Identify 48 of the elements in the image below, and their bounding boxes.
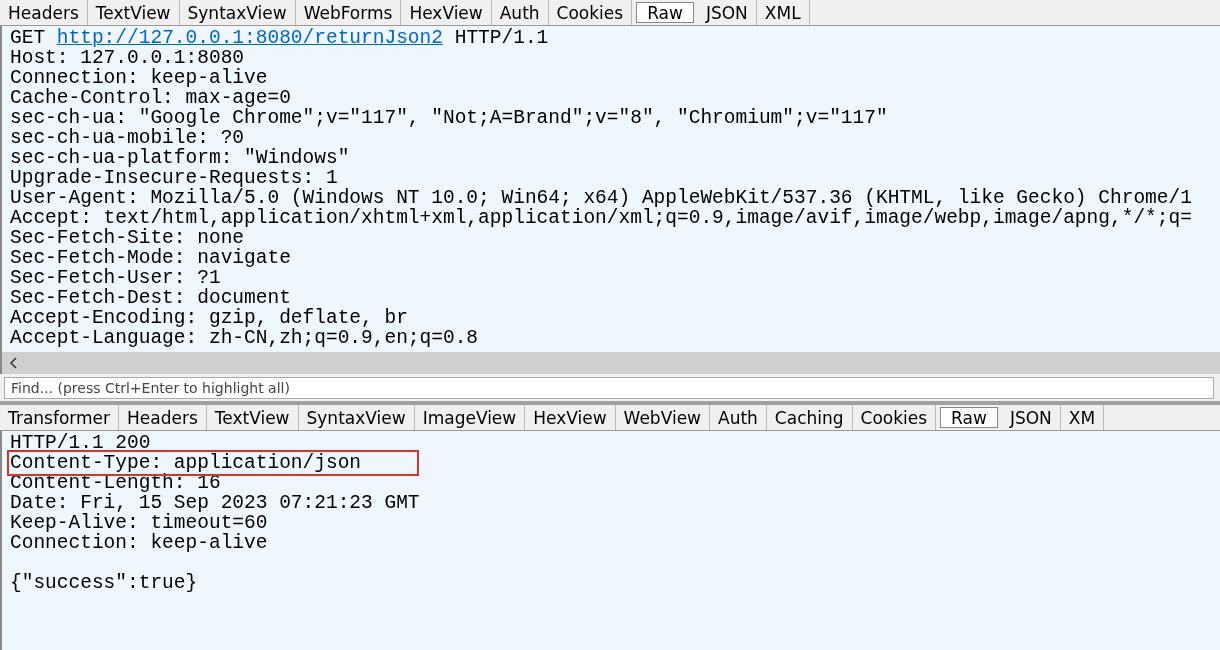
tab[interactable]: JSON: [697, 0, 757, 25]
tab[interactable]: Raw: [636, 2, 694, 23]
highlighted-header-line: Content-Type: application/json: [10, 453, 416, 473]
header-line: Accept: text/html,application/xhtml+xml,application/xml;q=0.9,image/avif,image/webp,image/apng,*/*;q=: [10, 208, 1192, 228]
header-line: Accept-Language: zh-CN,zh;q=0.9,en;q=0.8: [10, 328, 479, 348]
tab[interactable]: XM: [1060, 405, 1105, 430]
tab[interactable]: Cookies: [852, 405, 937, 430]
header-line: Accept-Encoding: gzip, deflate, br: [10, 308, 408, 328]
tab[interactable]: XML: [756, 0, 810, 25]
header-line: Sec-Fetch-User: ?1: [10, 268, 221, 288]
tab[interactable]: WebForms: [295, 0, 402, 25]
tab[interactable]: TextView: [206, 405, 299, 430]
find-field[interactable]: Find... (press Ctrl+Enter to highlight all): [4, 377, 1214, 399]
url-link[interactable]: http://127.0.0.1:8080/returnJson2: [56, 27, 443, 49]
tab[interactable]: WebView: [615, 405, 710, 430]
header-line: Sec-Fetch-Mode: navigate: [10, 248, 291, 268]
tab[interactable]: SyntaxView: [179, 0, 296, 25]
header-line: Sec-Fetch-Site: none: [10, 228, 245, 248]
request-line: GET http://127.0.0.1:8080/returnJson2 HTTP/1.1: [10, 28, 549, 48]
tab[interactable]: Raw: [940, 407, 998, 428]
response-body: {"success":true}: [10, 573, 198, 593]
tab[interactable]: Auth: [710, 405, 767, 430]
tab[interactable]: TextView: [87, 0, 180, 25]
tab[interactable]: Headers: [119, 405, 207, 430]
tab[interactable]: Cookies: [548, 0, 633, 25]
header-line: Date: Fri, 15 Sep 2023 07:21:23 GMT: [10, 493, 420, 513]
header-line: User-Agent: Mozilla/5.0 (Windows NT 10.0; Win64; x64) AppleWebKit/537.36 (KHTML, like Gecko) Chrome/1: [10, 188, 1192, 208]
tab[interactable]: Caching: [766, 405, 853, 430]
header-line: sec-ch-ua: "Google Chrome";v="117", "Not;A=Brand";v="8", "Chromium";v="117": [10, 108, 888, 128]
horizontal-scrollbar[interactable]: [0, 352, 1220, 374]
header-line: Cache-Control: max-age=0: [10, 88, 291, 108]
header-line: Sec-Fetch-Dest: document: [10, 288, 291, 308]
header-line: sec-ch-ua-mobile: ?0: [10, 128, 245, 148]
header-line: Connection: keep-alive: [10, 533, 268, 553]
tab[interactable]: Transformer: [0, 405, 119, 430]
tab[interactable]: Auth: [491, 0, 549, 25]
header-line: Keep-Alive: timeout=60: [10, 513, 268, 533]
tab[interactable]: SyntaxView: [298, 405, 415, 430]
header-line: sec-ch-ua-platform: "Windows": [10, 148, 350, 168]
tab[interactable]: HexView: [401, 0, 492, 25]
header-line: Connection: keep-alive: [10, 68, 268, 88]
tab[interactable]: HexView: [525, 405, 616, 430]
tab[interactable]: JSON: [1001, 405, 1061, 430]
header-line: Host: 127.0.0.1:8080: [10, 48, 245, 68]
tab[interactable]: Headers: [0, 0, 88, 25]
tab[interactable]: ImageView: [414, 405, 526, 430]
header-line: HTTP/1.1 200: [10, 433, 151, 453]
header-line: Upgrade-Insecure-Requests: 1: [10, 168, 338, 188]
